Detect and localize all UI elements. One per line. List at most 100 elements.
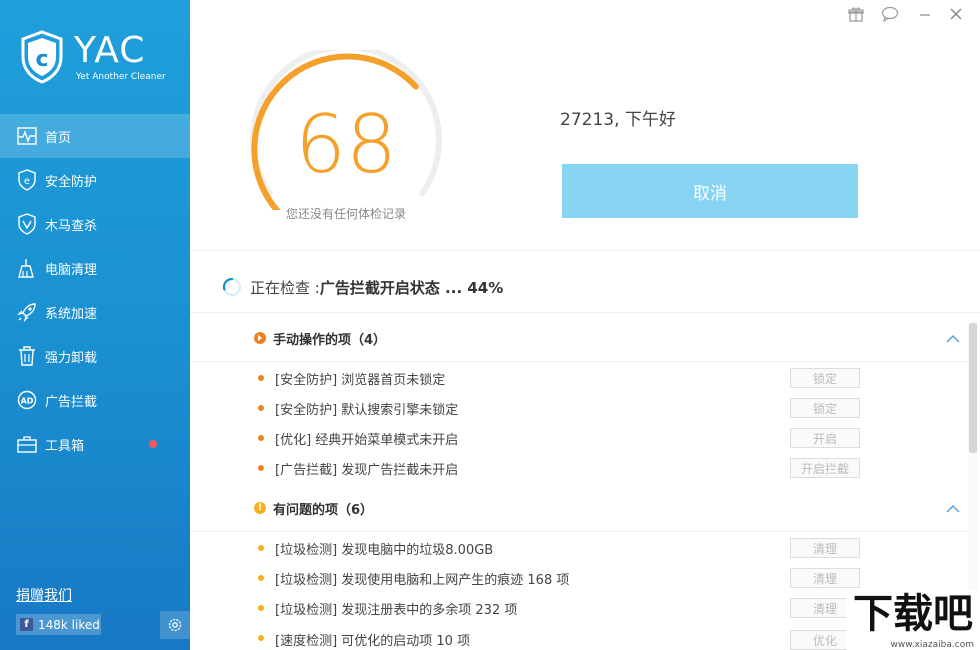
gear-icon [167,617,183,633]
section-manual-items: 手动操作的项（4） [254,328,386,348]
divider [190,250,980,251]
facebook-like-count: 148k liked [38,618,100,632]
broom-icon [16,257,38,279]
section-title: 手动操作的项（4） [273,329,386,348]
sidebar-item-uninstall[interactable]: 强力卸载 [0,334,190,378]
bullet [258,575,264,581]
facebook-icon: f [20,618,33,631]
bullet [258,405,264,411]
chat-bubble-icon [881,6,899,22]
donate-link[interactable]: 捐赠我们 [16,585,72,605]
svg-text:AD: AD [21,397,34,406]
lock-button[interactable]: 锁定 [790,368,860,388]
gift-button[interactable] [846,4,866,24]
bullet [258,635,264,641]
warning-icon: ! [254,502,266,514]
close-icon [949,7,963,21]
chevron-up-icon [946,334,960,343]
bullet [258,375,264,381]
minimize-icon [918,7,932,21]
list-item: [垃圾检测] 发现使用电脑和上网产生的痕迹 168 项 清理 [258,568,878,588]
gift-icon [848,6,864,22]
toolbox-icon [16,433,38,455]
watermark-text: 下载吧 [846,590,980,638]
scrollbar-thumb[interactable] [969,323,977,453]
sidebar-item-trojan-scan[interactable]: 木马查杀 [0,202,190,246]
divider [190,361,968,362]
enable-adblock-button[interactable]: 开启拦截 [790,458,860,478]
greeting: 27213, 下午好 [560,105,676,130]
rocket-icon [16,301,38,323]
svg-text:e: e [24,176,30,187]
item-text: [广告拦截] 发现广告拦截未开启 [275,459,458,478]
sidebar-item-label: 工具箱 [45,435,84,454]
section-title: 有问题的项（6） [273,499,373,518]
trash-icon [16,345,38,367]
notification-dot [149,440,157,448]
collapse-section-button[interactable] [944,331,962,345]
no-record-note: 您还没有任何体检记录 [248,205,444,222]
clean-button[interactable]: 清理 [790,568,860,588]
divider [190,531,968,532]
sidebar-item-label: 电脑清理 [45,259,97,278]
chevron-up-icon [946,504,960,513]
shield-e-icon: e [16,169,38,191]
item-text: [垃圾检测] 发现电脑中的垃圾8.00GB [275,539,493,558]
watermark-url: www.xiazaiba.com [846,640,980,650]
brand-name: YAC [74,30,145,71]
settings-button[interactable] [160,611,190,639]
sidebar-nav: 首页 e 安全防护 木马查杀 电脑清理 系统加速 [0,114,190,466]
enable-button[interactable]: 开启 [790,428,860,448]
sidebar-item-label: 系统加速 [45,303,97,322]
sidebar-item-security[interactable]: e 安全防护 [0,158,190,202]
list-item: [速度检测] 可优化的启动项 10 项 优化 [258,627,878,650]
scan-status: 正在检查 :广告拦截开启状态 ... 44% [250,277,503,298]
sidebar-item-home[interactable]: 首页 [0,114,190,158]
close-button[interactable] [946,4,966,24]
sidebar-item-label: 广告拦截 [45,391,97,410]
bullet [258,465,264,471]
item-text: [安全防护] 默认搜索引擎未锁定 [275,399,458,418]
bullet [258,605,264,611]
loading-spinner-icon [222,277,242,297]
brand-tagline: Yet Another Cleaner [76,72,166,82]
sidebar-item-cleanup[interactable]: 电脑清理 [0,246,190,290]
minimize-button[interactable] [915,4,935,24]
cancel-button[interactable]: 取消 [562,164,858,218]
clean-button[interactable]: 清理 [790,538,860,558]
collapse-section-button[interactable] [944,501,962,515]
sidebar-item-label: 首页 [45,127,71,146]
scan-status-prefix: 正在检查 : [250,279,320,297]
lock-button[interactable]: 锁定 [790,398,860,418]
bullet [258,545,264,551]
item-text: [垃圾检测] 发现注册表中的多余项 232 项 [275,599,517,618]
health-score: 68 [248,100,444,190]
sidebar-item-label: 木马查杀 [45,215,97,234]
facebook-like-button[interactable]: f 148k liked [16,614,101,635]
bullet [258,435,264,441]
list-item: [安全防护] 浏览器首页未锁定 锁定 [258,368,878,388]
feedback-button[interactable] [880,4,900,24]
sidebar-item-label: 安全防护 [45,171,97,190]
item-text: [垃圾检测] 发现使用电脑和上网产生的痕迹 168 项 [275,569,569,588]
divider [190,312,980,313]
list-item: [安全防护] 默认搜索引擎未锁定 锁定 [258,398,878,418]
sidebar: c YAC Yet Another Cleaner 首页 e 安全防护 木马查杀 [0,0,190,650]
svg-text:c: c [35,47,48,72]
item-text: [优化] 经典开始菜单模式未开启 [275,429,458,448]
manual-icon [254,332,266,344]
sidebar-item-label: 强力卸载 [45,347,97,366]
sidebar-item-toolbox[interactable]: 工具箱 [0,422,190,466]
list-item: [垃圾检测] 发现注册表中的多余项 232 项 清理 [258,598,878,618]
section-problem-items: ! 有问题的项（6） [254,498,373,518]
pulse-icon [16,125,38,147]
watermark: 下载吧 www.xiazaiba.com [846,590,980,650]
scan-status-item: 广告拦截开启状态 ... 44% [320,279,503,297]
item-text: [速度检测] 可优化的启动项 10 项 [275,630,470,649]
yac-shield-icon: c [20,30,64,84]
ad-block-icon: AD [16,389,38,411]
shield-bug-icon [16,213,38,235]
app-logo: c YAC Yet Another Cleaner [20,30,170,90]
sidebar-item-speedup[interactable]: 系统加速 [0,290,190,334]
sidebar-item-adblock[interactable]: AD 广告拦截 [0,378,190,422]
